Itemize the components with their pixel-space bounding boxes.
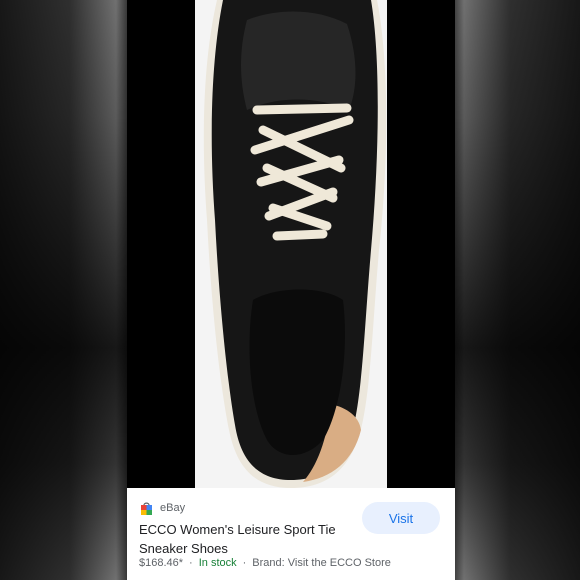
source-row[interactable]: eBay <box>139 500 185 516</box>
visit-button[interactable]: Visit <box>362 502 440 534</box>
listing-info: eBay ECCO Women's Leisure Sport Tie Snea… <box>127 488 455 580</box>
price: $168.46* <box>139 557 184 569</box>
sneaker-image <box>203 0 387 488</box>
product-card[interactable]: eBay ECCO Women's Leisure Sport Tie Snea… <box>127 0 455 580</box>
product-image[interactable] <box>127 0 455 488</box>
product-title[interactable]: ECCO Women's Leisure Sport Tie Sneaker S… <box>139 520 349 558</box>
separator-dot: · <box>189 557 193 569</box>
source-name: eBay <box>160 502 186 514</box>
listing-meta: $168.46* · In stock · Brand: Visit the ECCO … <box>139 557 391 569</box>
stock-status: In stock <box>198 557 237 569</box>
shopping-bag-icon <box>139 501 154 516</box>
brand-link-text[interactable]: Brand: Visit the ECCO Store <box>252 557 391 569</box>
separator-dot: · <box>242 557 247 569</box>
